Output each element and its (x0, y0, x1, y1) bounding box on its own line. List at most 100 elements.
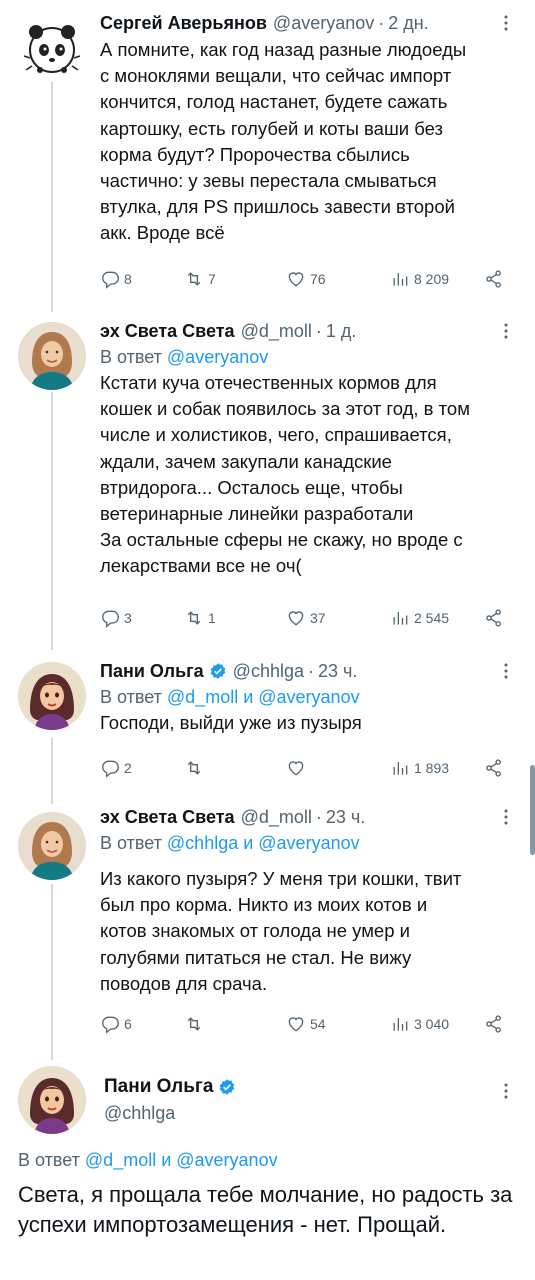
reply-icon (102, 760, 119, 778)
retweet-icon (187, 1017, 201, 1031)
heart-icon (288, 1017, 304, 1032)
woman-avatar-icon (18, 322, 86, 390)
share-button[interactable] (484, 1012, 504, 1036)
avatar-olga[interactable] (18, 1066, 86, 1134)
author-handle[interactable]: @averyanov (273, 13, 374, 34)
retweet-count: 7 (208, 271, 216, 287)
views-button[interactable]: 1 893 (390, 756, 449, 780)
author-handle[interactable]: @d_moll (241, 807, 312, 828)
like-button[interactable]: 76 (286, 267, 326, 291)
reply-to-users[interactable]: @d_moll и @averyanov (167, 687, 360, 707)
cartoon-woman-avatar-icon (18, 1066, 86, 1134)
like-count: 54 (310, 1016, 326, 1032)
main-tweet-text: Света, я прощала тебе молчание, но радос… (18, 1182, 513, 1237)
separator-dot: · (315, 806, 322, 827)
tweet-header: эх Света Света @d_moll · 1 д. (100, 318, 513, 344)
reply-to-line: В ответ @d_moll и @averyanov (18, 1150, 278, 1171)
reply-to-users[interactable]: @chhlga и @averyanov (167, 833, 360, 853)
reply-icon (102, 610, 119, 628)
tweet-text: Кстати куча отечественных кормов для кош… (100, 372, 470, 577)
separator-dot: · (308, 660, 314, 681)
tweet-header: Пани Ольга (104, 1074, 513, 1100)
author-handle[interactable]: @chhlga (233, 661, 304, 682)
tweet-actions: 6 54 3 040 (100, 1012, 510, 1036)
retweet-button[interactable]: 1 (184, 606, 216, 630)
retweet-icon (187, 611, 201, 625)
views-icon (393, 273, 408, 286)
share-button[interactable] (484, 267, 504, 291)
retweet-button[interactable] (184, 1012, 204, 1036)
tweet-header: Пани Ольга @chhlga · 23 ч. (100, 658, 513, 684)
reply-count: 6 (124, 1016, 132, 1032)
reply-to-users[interactable]: @d_moll и @averyanov (85, 1150, 278, 1170)
more-options-icon[interactable] (499, 14, 513, 32)
timestamp[interactable]: 2 дн. (388, 13, 428, 34)
share-icon (486, 270, 501, 288)
separator-dot: · (378, 12, 385, 33)
views-icon (393, 762, 408, 775)
more-options-icon[interactable] (499, 322, 513, 340)
reply-button[interactable]: 2 (100, 756, 132, 780)
timestamp[interactable]: 1 д. (326, 321, 357, 342)
heart-icon (288, 611, 304, 626)
reply-button[interactable]: 8 (100, 267, 132, 291)
views-button[interactable]: 2 545 (390, 606, 449, 630)
tweet-1[interactable]: Сергей Аверьянов @averyanov · 2 дн. А по… (0, 0, 535, 300)
woman-avatar-icon (18, 812, 86, 880)
reply-to-line: В ответ @chhlga и @averyanov (100, 830, 513, 856)
reply-button[interactable]: 6 (100, 1012, 132, 1036)
author-name[interactable]: Пани Ольга (104, 1076, 213, 1098)
reply-count: 8 (124, 271, 132, 287)
reply-to-users[interactable]: @averyanov (167, 347, 268, 367)
reply-to-line: В ответ @averyanov (100, 344, 513, 370)
tweet-text: А помните, как год назад разные людоеды … (100, 39, 467, 244)
tweet-header: эх Света Света @d_moll · 23 ч. (100, 804, 513, 830)
tweet-actions: 2 1 893 (100, 756, 510, 780)
timestamp[interactable]: 23 ч. (318, 661, 357, 682)
author-handle[interactable]: @d_moll (241, 321, 312, 342)
author-name[interactable]: Сергей Аверьянов (100, 13, 267, 34)
reply-icon (102, 271, 119, 289)
views-icon (393, 612, 408, 625)
author-name[interactable]: эх Света Света (100, 807, 235, 828)
tweet-text: Господи, выйди уже из пузыря (100, 712, 362, 733)
tweet-3[interactable]: Пани Ольга @chhlga · 23 ч. В ответ @d_mo… (0, 650, 535, 790)
author-name[interactable]: эх Света Света (100, 321, 235, 342)
avatar-sveta[interactable] (18, 812, 86, 880)
like-button[interactable]: 37 (286, 606, 326, 630)
share-button[interactable] (484, 756, 504, 780)
more-options-icon[interactable] (499, 1082, 513, 1100)
author-name[interactable]: Пани Ольга (100, 661, 204, 682)
tweet-actions: 8 7 76 8 209 (100, 267, 510, 291)
reply-count: 3 (124, 610, 132, 626)
tweet-2[interactable]: эх Света Света @d_moll · 1 д. В ответ @a… (0, 310, 535, 640)
heart-icon (288, 761, 304, 776)
views-icon (393, 1018, 408, 1031)
like-count: 37 (310, 610, 326, 626)
views-button[interactable]: 8 209 (390, 267, 449, 291)
like-count: 76 (310, 271, 326, 287)
tweet-actions: 3 1 37 2 545 (100, 606, 510, 630)
like-button[interactable] (286, 756, 306, 780)
share-button[interactable] (484, 606, 504, 630)
more-options-icon[interactable] (499, 808, 513, 826)
more-options-icon[interactable] (499, 662, 513, 680)
retweet-button[interactable] (184, 756, 204, 780)
avatar-olga[interactable] (18, 662, 86, 730)
avatar-panda[interactable] (18, 14, 86, 82)
views-count: 2 545 (414, 610, 450, 626)
retweet-button[interactable]: 7 (184, 267, 216, 291)
author-handle[interactable]: @chhlga (104, 1100, 513, 1126)
views-button[interactable]: 3 040 (390, 1012, 449, 1036)
like-button[interactable]: 54 (286, 1012, 326, 1036)
tweet-header: Сергей Аверьянов @averyanov · 2 дн. (100, 10, 513, 36)
share-icon (486, 759, 501, 777)
avatar-sveta[interactable] (18, 322, 86, 390)
reply-to-label: В ответ (100, 687, 162, 707)
reply-button[interactable]: 3 (100, 606, 132, 630)
tweet-4[interactable]: эх Света Света @d_moll · 23 ч. В ответ @… (0, 800, 535, 1040)
reply-to-label: В ответ (100, 347, 162, 367)
scrollbar[interactable] (530, 765, 535, 855)
main-tweet[interactable]: Пани Ольга @chhlga В ответ @d_moll и @av… (0, 1060, 535, 1280)
timestamp[interactable]: 23 ч. (326, 807, 365, 828)
